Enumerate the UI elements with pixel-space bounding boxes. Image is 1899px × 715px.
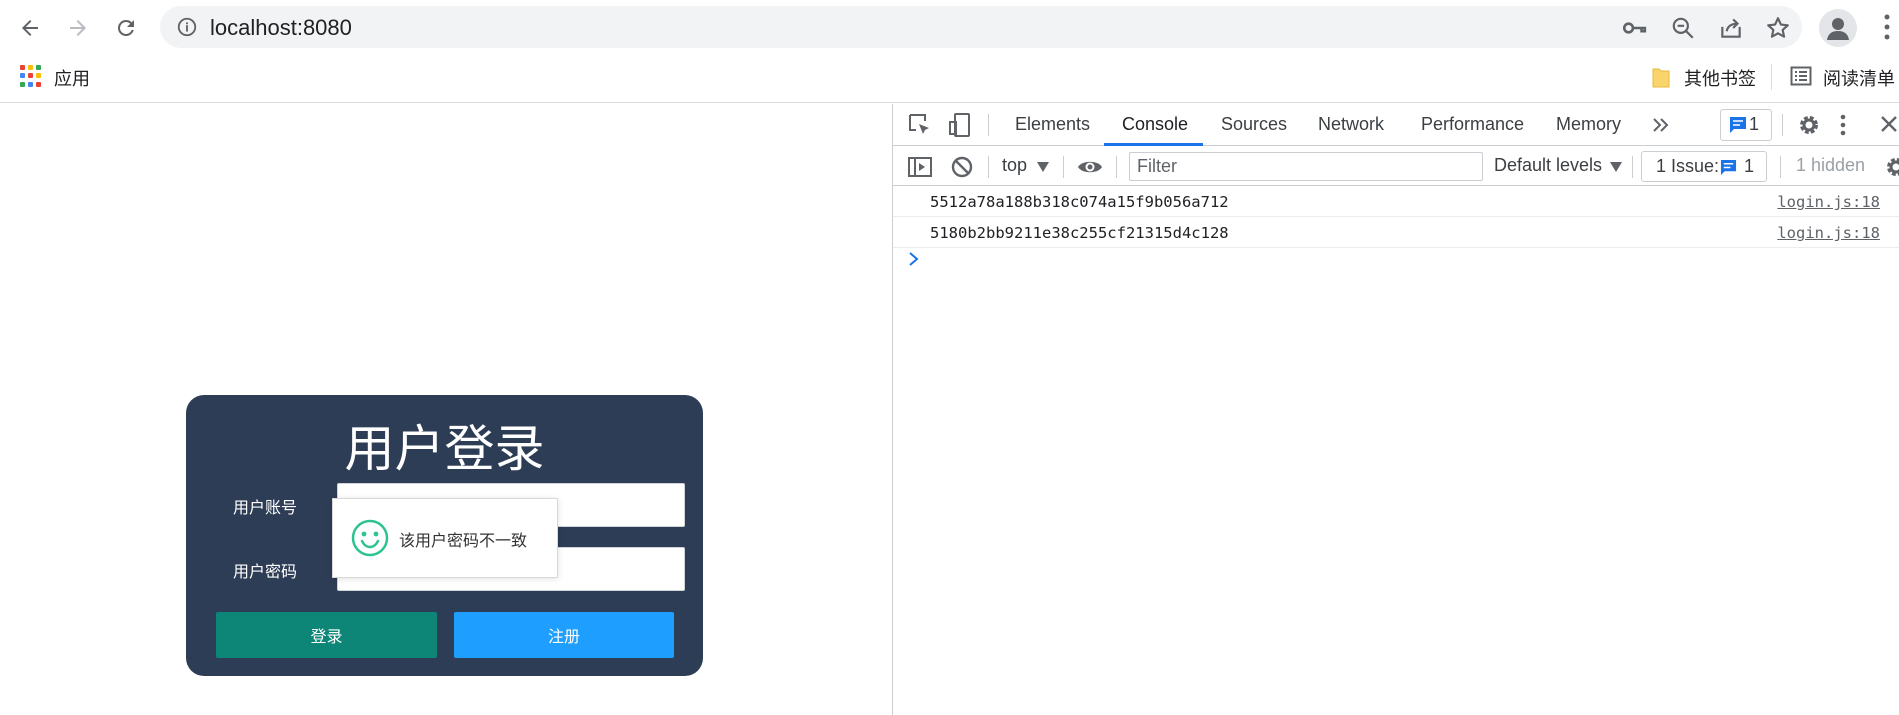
other-bookmarks[interactable]: 其他书签 [1684, 65, 1756, 91]
key-icon[interactable] [1621, 15, 1647, 41]
info-icon[interactable] [176, 16, 198, 38]
tab-elements[interactable]: Elements [1015, 114, 1090, 135]
page-viewport: 用户登录 用户账号 用户密码 登录 注册 该用户密码不一致 [0, 104, 892, 715]
message-icon [1730, 117, 1746, 133]
smiley-icon [351, 519, 389, 557]
password-label: 用户密码 [233, 562, 298, 581]
apps-grid-icon[interactable] [20, 65, 42, 87]
reading-list[interactable]: 阅读清单 [1823, 65, 1895, 91]
toolbar-separator [1780, 156, 1781, 178]
context-selector[interactable]: top [1002, 155, 1027, 176]
console-message-text: 5512a78a188b318c074a15f9b056a712 [930, 193, 1229, 211]
tab-console[interactable]: Console [1122, 114, 1188, 135]
tab-performance[interactable]: Performance [1421, 114, 1524, 135]
login-button[interactable]: 登录 [216, 612, 437, 658]
more-vert-icon[interactable] [1880, 12, 1894, 42]
tab-separator [988, 114, 989, 136]
arrow-right-icon [70, 20, 86, 36]
active-tab-indicator [1104, 143, 1203, 146]
console-prompt-icon[interactable] [907, 252, 921, 266]
triangle-down-icon[interactable] [1610, 162, 1622, 172]
clear-console-icon[interactable] [949, 154, 975, 180]
reading-list-icon [1790, 66, 1812, 86]
inspect-icon[interactable] [907, 112, 933, 138]
issues-count: 1 [1744, 156, 1755, 176]
toast-text: 该用户密码不一致 [399, 531, 528, 550]
hidden-count: 1 hidden [1796, 155, 1866, 175]
console-message: 5512a78a188b318c074a15f9b056a712 login.j… [893, 187, 1899, 217]
register-button[interactable]: 注册 [454, 612, 674, 658]
devtools-panel: Elements Console Sources Network Perform… [892, 104, 1899, 715]
tab-sources[interactable]: Sources [1221, 114, 1287, 135]
device-toolbar-icon[interactable] [947, 112, 973, 138]
star-icon[interactable] [1765, 15, 1791, 41]
filter-input[interactable] [1130, 153, 1482, 180]
toolbar-separator [1632, 156, 1633, 178]
close-icon[interactable] [1878, 113, 1899, 135]
bookmarks-bar: 应用 其他书签 阅读清单 [0, 56, 1899, 103]
more-tabs-icon[interactable] [1651, 113, 1671, 137]
message-icon [1720, 159, 1737, 176]
toolbar-separator [1063, 156, 1064, 178]
issues-count-button[interactable]: 1 Issue: 1 [1641, 151, 1767, 182]
login-title: 用户登录 [344, 420, 545, 478]
console-source-link[interactable]: login.js:18 [1777, 193, 1880, 211]
zoom-out-icon[interactable] [1670, 15, 1696, 41]
back-button[interactable] [10, 8, 50, 48]
bookmark-separator [1771, 64, 1772, 90]
console-message: 5180b2bb9211e38c255cf21315d4c128 login.j… [893, 218, 1899, 248]
profile-avatar[interactable] [1819, 9, 1857, 47]
devtools-tabbar: Elements Console Sources Network Perform… [893, 104, 1899, 146]
toolbar-separator [988, 156, 989, 178]
console-settings-icon[interactable] [1883, 154, 1899, 180]
issues-label: 1 Issue: [1656, 156, 1720, 176]
share-icon[interactable] [1718, 15, 1744, 41]
triangle-down-icon[interactable] [1037, 162, 1049, 172]
person-icon [1827, 18, 1849, 40]
tab-separator [1782, 114, 1783, 136]
tab-network[interactable]: Network [1318, 114, 1384, 135]
browser-toolbar: localhost:8080 [0, 0, 1899, 56]
forward-button[interactable] [58, 8, 98, 48]
eye-icon[interactable] [1077, 154, 1103, 180]
apps-bookmark[interactable]: 应用 [54, 65, 90, 91]
console-source-link[interactable]: login.js:18 [1777, 224, 1880, 242]
issues-badge-button[interactable]: 1 [1720, 109, 1772, 141]
console-message-text: 5180b2bb9211e38c255cf21315d4c128 [930, 224, 1229, 242]
sidebar-toggle-icon[interactable] [907, 154, 933, 180]
log-levels-dropdown[interactable]: Default levels [1494, 155, 1602, 176]
reload-button[interactable] [106, 8, 146, 48]
filter-box [1129, 152, 1483, 181]
devtools-menu-icon[interactable] [1837, 112, 1849, 138]
reload-icon [117, 19, 134, 36]
toast-message: 该用户密码不一致 [332, 498, 558, 578]
address-bar[interactable]: localhost:8080 [160, 6, 1802, 48]
issues-badge-count: 1 [1749, 114, 1760, 134]
account-label: 用户账号 [233, 498, 298, 517]
toolbar-separator [1116, 156, 1117, 178]
arrow-left-icon [22, 20, 38, 36]
folder-icon [1652, 68, 1670, 88]
tab-memory[interactable]: Memory [1556, 114, 1621, 135]
url-text[interactable]: localhost:8080 [210, 15, 352, 41]
gear-icon[interactable] [1796, 112, 1822, 138]
console-toolbar: top Default levels 1 Issue: 1 1 hidden [893, 147, 1899, 186]
